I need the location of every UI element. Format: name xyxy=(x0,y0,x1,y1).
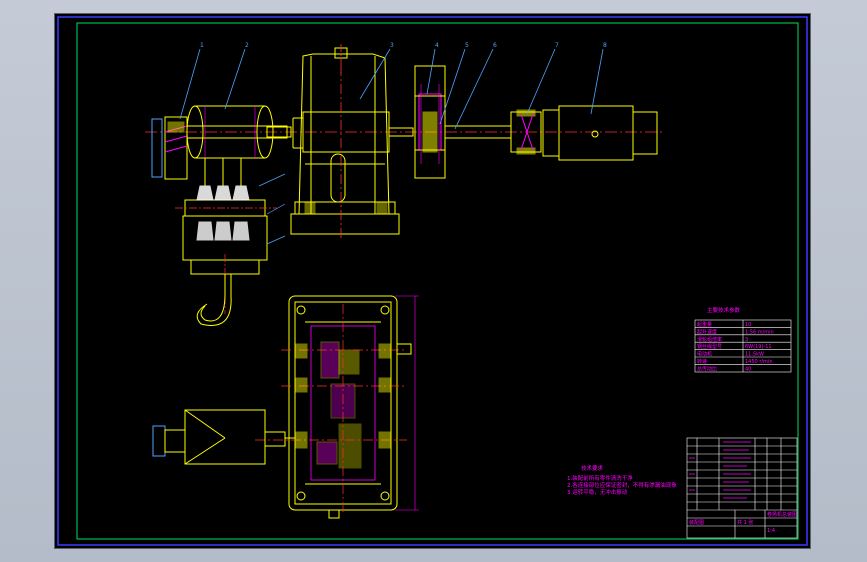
cad-viewport[interactable]: 1 2 3 4 5 6 7 8 技术要求 1.装配前所有零件清洗干净 2.各连接… xyxy=(54,13,811,549)
spec-label-4: 电动机 xyxy=(697,351,712,358)
spec-value-0: 10 xyxy=(745,322,751,328)
drum-end-bracket xyxy=(151,116,188,180)
title-block-sheet: 共 1 张 xyxy=(737,519,753,526)
balloon-5: 5 xyxy=(465,42,469,49)
balloon-8: 8 xyxy=(603,42,607,49)
spec-label-0: 起重量 xyxy=(697,321,712,328)
spec-label-2: 滑轮组倍率 xyxy=(697,336,722,343)
spec-label-5: 转速 xyxy=(697,358,707,365)
spec-label-6: 总传动比 xyxy=(697,365,717,372)
part-balloons: 1 2 3 4 5 6 7 8 xyxy=(200,42,607,49)
notes-title: 技术要求 xyxy=(581,464,604,472)
title-block-label: 装配图 xyxy=(689,519,704,526)
spec-value-3: 6W(19)-11 xyxy=(745,344,772,350)
spec-table-title: 主要技术参数 xyxy=(707,306,741,314)
spec-value-5: 1450 r/min xyxy=(745,359,772,365)
spec-table: 主要技术参数 起重量 起升速度 滑轮组倍率 钢丝绳型号 电动机 转速 总传动比 … xyxy=(694,306,792,372)
note-line-1: 1.装配前所有零件清洗干净 xyxy=(567,474,633,482)
hook-pulley-block xyxy=(175,173,286,326)
balloon-2: 2 xyxy=(245,42,249,49)
title-block: 卷扬机总装图 1:4 共 1 张 装配图 xyxy=(687,509,797,538)
balloon-4: 4 xyxy=(435,42,439,49)
part-number-leaders xyxy=(179,48,604,130)
assembly-drawing-sheet: 1 2 3 4 5 6 7 8 技术要求 1.装配前所有零件清洗干净 2.各连接… xyxy=(57,16,808,546)
motor-top-view xyxy=(152,409,295,465)
spec-label-3: 钢丝绳型号 xyxy=(697,343,722,350)
spec-value-2: 3 xyxy=(745,337,748,343)
electric-motor-front xyxy=(542,105,658,161)
spec-value-6: 40 xyxy=(745,366,751,372)
technical-notes: 技术要求 1.装配前所有零件清洗干净 2.各连接部位应保证密封，不得有渗漏油现象… xyxy=(567,464,677,496)
title-block-name: 卷扬机总装图 xyxy=(767,511,797,518)
spec-value-1: 1.56 m/min xyxy=(745,329,774,335)
balloon-6: 6 xyxy=(493,42,497,49)
gearbox-front-housing xyxy=(290,44,400,238)
spec-value-4: 11.5kW xyxy=(745,352,764,358)
note-line-2: 2.各连接部位应保证密封，不得有渗漏油现象 xyxy=(567,481,677,489)
balloon-3: 3 xyxy=(390,42,394,49)
gearbox-top-section xyxy=(255,295,419,519)
title-block-scale: 1:4 xyxy=(767,528,775,534)
balloon-7: 7 xyxy=(555,42,559,49)
front-view-hoist xyxy=(145,44,665,238)
spec-label-1: 起升速度 xyxy=(697,328,717,335)
balloon-1: 1 xyxy=(200,42,204,49)
note-line-3: 3.运转平稳，无冲击振动 xyxy=(567,488,628,496)
